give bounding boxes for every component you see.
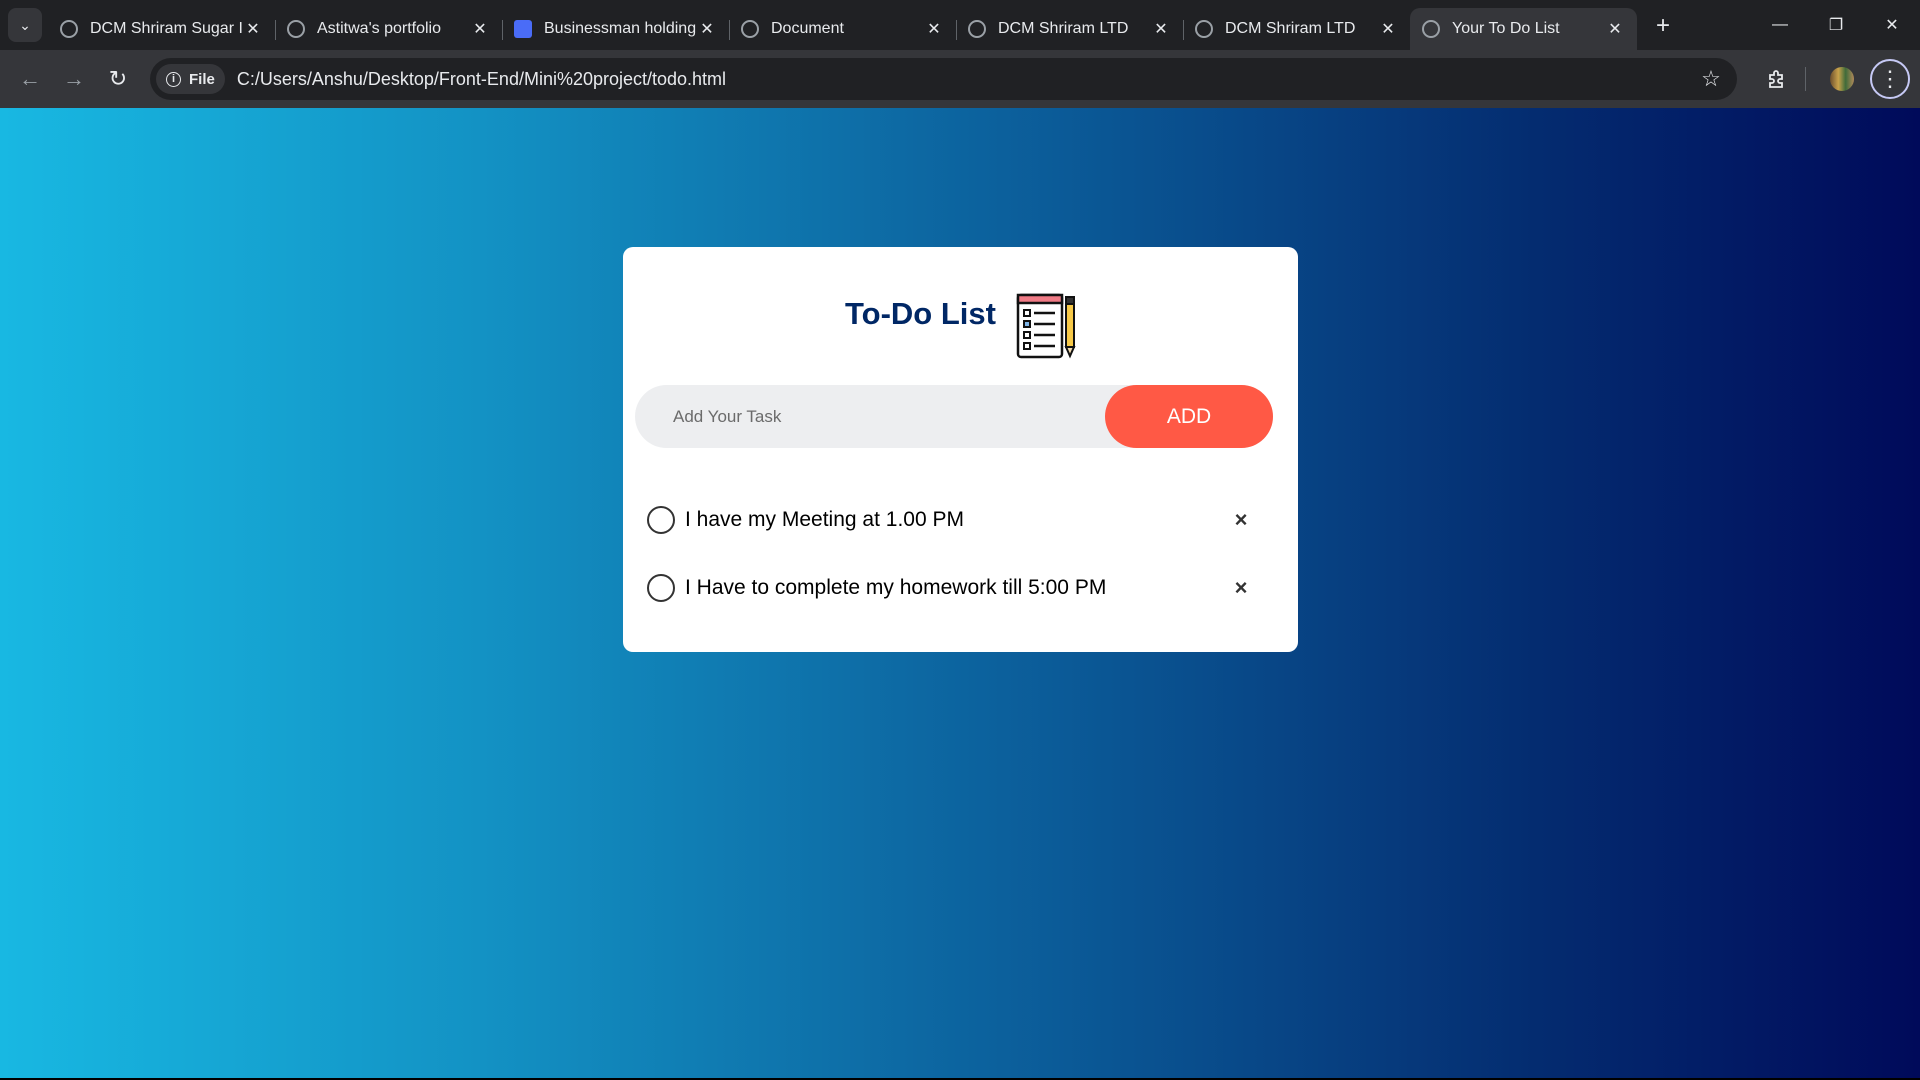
puzzle-icon xyxy=(1769,70,1783,88)
close-tab-icon[interactable]: ✕ xyxy=(697,19,717,39)
globe-icon xyxy=(287,20,305,38)
window-controls: — ❐ ✕ xyxy=(1752,0,1920,50)
restore-icon: ❐ xyxy=(1828,17,1844,34)
minimize-icon: — xyxy=(1772,16,1788,33)
close-tab-icon[interactable]: ✕ xyxy=(924,19,944,39)
browser-toolbar: ← → ↻ i File C:/Users/Anshu/Desktop/Fron… xyxy=(0,50,1920,108)
toolbar-divider xyxy=(1805,67,1806,91)
browser-window: ⌄ DCM Shriram Sugar I ✕ Astitwa's portfo… xyxy=(0,0,1920,1080)
add-task-row: ADD xyxy=(635,384,1273,449)
bookmark-star-icon[interactable]: ☆ xyxy=(1691,66,1731,92)
reload-button[interactable]: ↻ xyxy=(98,59,138,99)
tab-title: DCM Shriram LTD xyxy=(998,20,1129,37)
arrow-right-icon: → xyxy=(63,66,85,91)
doc-icon xyxy=(514,20,532,38)
tab-2[interactable]: Businessman holding ✕ xyxy=(502,8,730,50)
globe-icon xyxy=(968,20,986,38)
back-button[interactable]: ← xyxy=(10,59,50,99)
close-tab-icon[interactable]: ✕ xyxy=(470,19,490,39)
arrow-left-icon: ← xyxy=(19,66,41,91)
globe-icon xyxy=(1422,20,1440,38)
site-chip-label: File xyxy=(189,70,215,88)
url-text[interactable]: C:/Users/Anshu/Desktop/Front-End/Mini%20… xyxy=(237,69,1691,90)
more-vert-icon: ⋮ xyxy=(1879,66,1901,91)
page-title: To-Do List xyxy=(845,296,996,331)
globe-icon xyxy=(1195,20,1213,38)
tab-1[interactable]: Astitwa's portfolio ✕ xyxy=(275,8,503,50)
restore-button[interactable]: ❐ xyxy=(1808,0,1864,50)
close-tab-icon[interactable]: ✕ xyxy=(1605,19,1625,39)
profile-button[interactable] xyxy=(1820,57,1864,101)
tab-search-button[interactable]: ⌄ xyxy=(8,8,42,42)
browser-menu-button[interactable]: ⋮ xyxy=(1870,59,1910,99)
unchecked-circle-icon[interactable] xyxy=(647,574,675,602)
close-tab-icon[interactable]: ✕ xyxy=(1151,19,1171,39)
close-tab-icon[interactable]: ✕ xyxy=(1378,19,1398,39)
reload-icon: ↻ xyxy=(108,66,128,91)
tab-3[interactable]: Document ✕ xyxy=(729,8,957,50)
app-header: To-Do List xyxy=(623,247,1298,385)
tab-4[interactable]: DCM Shriram LTD ✕ xyxy=(956,8,1184,50)
delete-task-icon[interactable]: × xyxy=(1226,507,1256,533)
tab-5[interactable]: DCM Shriram LTD ✕ xyxy=(1183,8,1410,50)
globe-icon xyxy=(741,20,759,38)
chevron-down-icon: ⌄ xyxy=(19,16,31,33)
tab-title: DCM Shriram Sugar I xyxy=(90,20,243,37)
list-item[interactable]: I Have to complete my homework till 5:00… xyxy=(647,554,1298,622)
new-tab-button[interactable]: + xyxy=(1643,6,1683,46)
tab-title: DCM Shriram LTD xyxy=(1225,20,1356,37)
task-input[interactable] xyxy=(635,384,1105,449)
close-icon: ✕ xyxy=(1885,17,1899,34)
tab-title: Astitwa's portfolio xyxy=(317,20,441,37)
task-text: I Have to complete my homework till 5:00… xyxy=(685,576,1107,599)
tab-title: Your To Do List xyxy=(1452,20,1560,37)
plus-icon: + xyxy=(1655,12,1670,39)
tab-title: Businessman holding xyxy=(544,20,697,37)
info-icon: i xyxy=(166,71,181,87)
tab-strip: ⌄ DCM Shriram Sugar I ✕ Astitwa's portfo… xyxy=(0,0,1920,50)
address-bar[interactable]: i File C:/Users/Anshu/Desktop/Front-End/… xyxy=(150,58,1737,100)
task-list: I have my Meeting at 1.00 PM × I Have to… xyxy=(623,486,1298,622)
close-tab-icon[interactable]: ✕ xyxy=(243,19,263,39)
avatar xyxy=(1830,67,1854,91)
tab-6-active[interactable]: Your To Do List ✕ xyxy=(1410,8,1637,50)
unchecked-circle-icon[interactable] xyxy=(647,506,675,534)
delete-task-icon[interactable]: × xyxy=(1226,575,1256,601)
minimize-button[interactable]: — xyxy=(1752,0,1808,50)
forward-button[interactable]: → xyxy=(54,59,94,99)
list-item[interactable]: I have my Meeting at 1.00 PM × xyxy=(647,486,1298,554)
todo-app-card: To-Do List Add Your Task ADD I have my M… xyxy=(623,247,1298,652)
openai-icon xyxy=(60,20,78,38)
extensions-button[interactable] xyxy=(1755,57,1799,101)
task-text: I have my Meeting at 1.00 PM xyxy=(685,508,964,531)
page-background: To-Do List Add Your Task ADD I have my M… xyxy=(0,108,1920,1078)
add-button[interactable]: ADD xyxy=(1105,385,1273,448)
close-window-button[interactable]: ✕ xyxy=(1864,0,1920,50)
site-info-chip[interactable]: i File xyxy=(156,64,225,94)
tab-title: Document xyxy=(771,20,844,37)
checklist-pencil-icon xyxy=(1016,293,1076,359)
tab-0[interactable]: DCM Shriram Sugar I ✕ xyxy=(48,8,276,50)
